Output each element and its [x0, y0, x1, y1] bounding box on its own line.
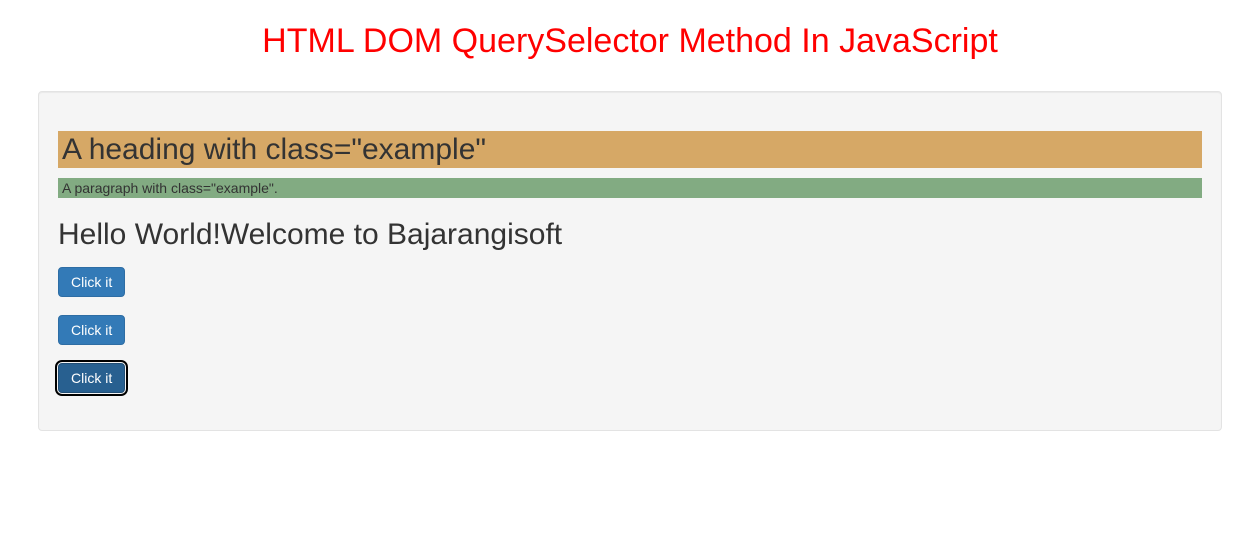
example-heading: A heading with class="example": [58, 131, 1202, 168]
page-title: HTML DOM QuerySelector Method In JavaScr…: [0, 22, 1260, 61]
click-button-3[interactable]: Click it: [58, 363, 125, 393]
example-paragraph: A paragraph with class="example".: [58, 178, 1202, 198]
sub-heading: Hello World!Welcome to Bajarangisoft: [58, 218, 1202, 251]
click-button-1[interactable]: Click it: [58, 267, 125, 297]
content-well: A heading with class="example" A paragra…: [38, 91, 1222, 431]
click-button-2[interactable]: Click it: [58, 315, 125, 345]
